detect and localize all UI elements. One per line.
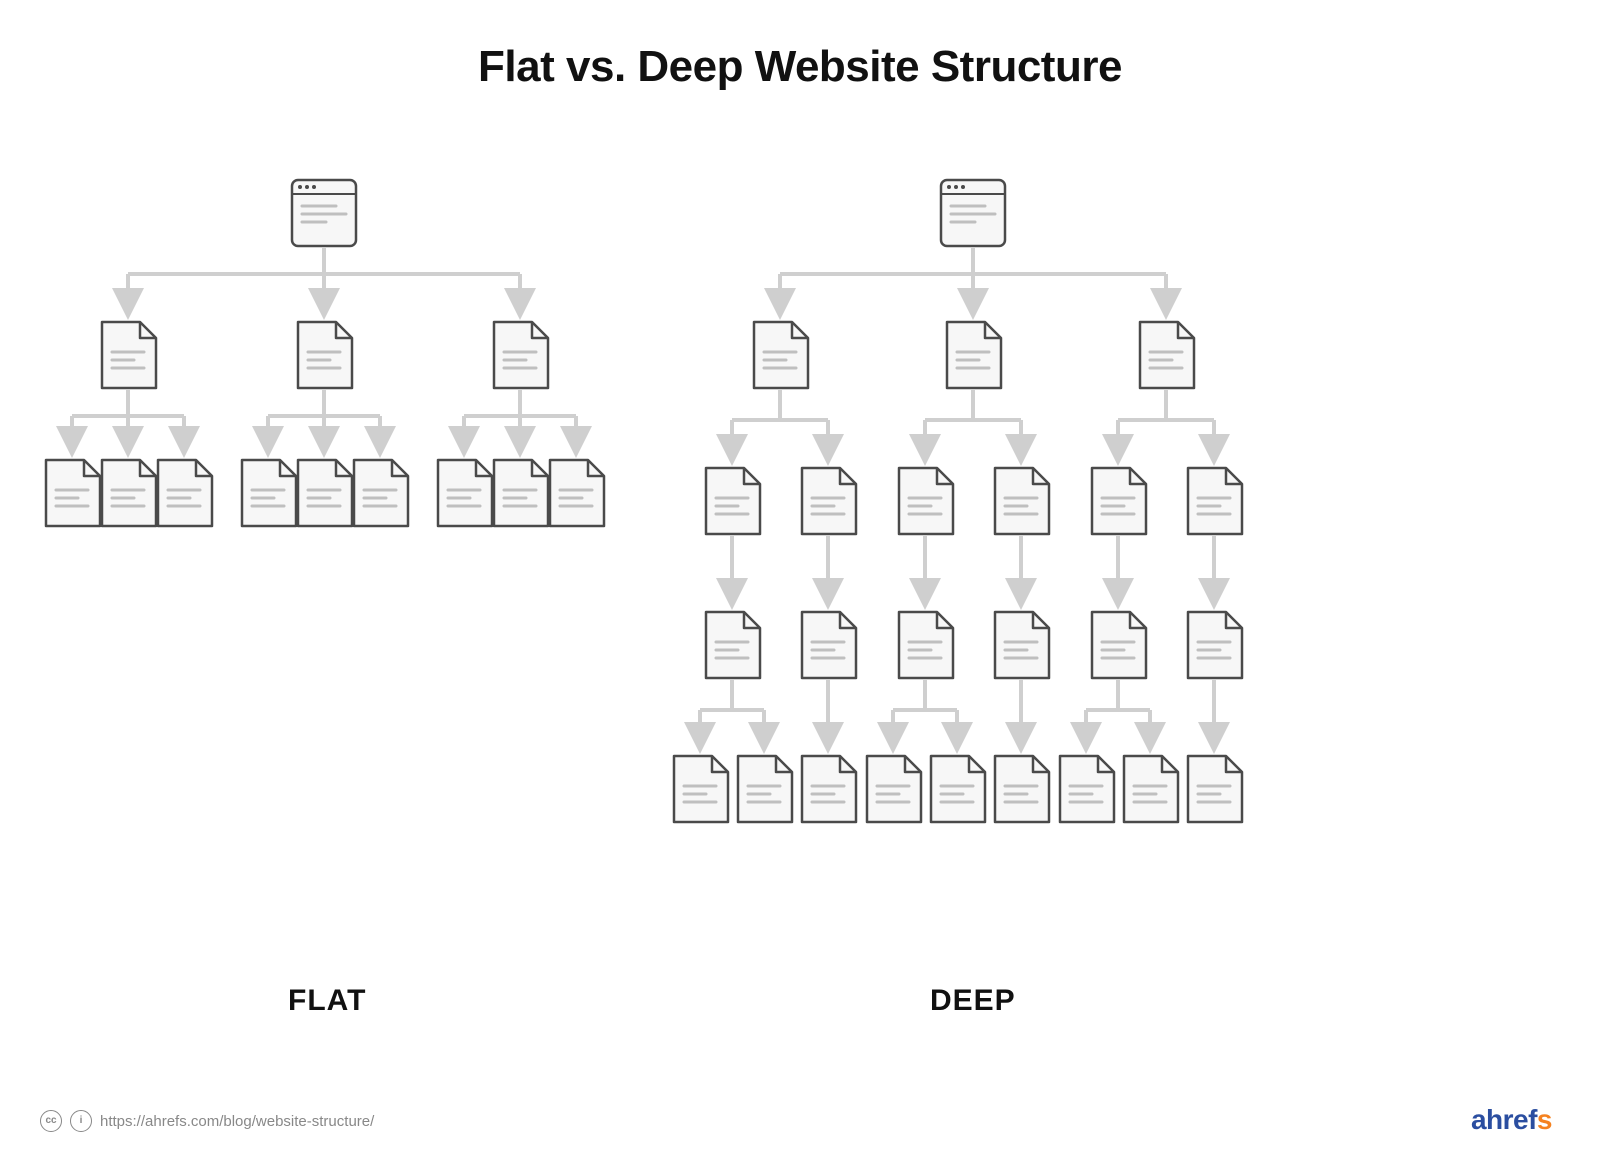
brand-logo: ahrefs <box>1471 1104 1552 1136</box>
document-page-icon <box>899 468 953 534</box>
document-page-icon <box>947 322 1001 388</box>
document-page-icon <box>1060 756 1114 822</box>
source-url: https://ahrefs.com/blog/website-structur… <box>100 1113 374 1130</box>
document-page-icon <box>298 460 352 526</box>
document-page-icon <box>550 460 604 526</box>
cc-icon: cc <box>40 1110 62 1132</box>
document-page-icon <box>438 460 492 526</box>
attribution-footer: cc i https://ahrefs.com/blog/website-str… <box>40 1110 374 1132</box>
brand-part2: s <box>1537 1104 1552 1135</box>
document-page-icon <box>706 612 760 678</box>
deep-label: DEEP <box>930 984 1016 1018</box>
document-page-icon <box>867 756 921 822</box>
document-page-icon <box>1188 612 1242 678</box>
document-page-icon <box>1188 756 1242 822</box>
document-page-icon <box>995 612 1049 678</box>
document-page-icon <box>298 322 352 388</box>
document-page-icon <box>494 460 548 526</box>
document-page-icon <box>802 612 856 678</box>
document-page-icon <box>995 468 1049 534</box>
document-page-icon <box>1140 322 1194 388</box>
document-page-icon <box>1092 612 1146 678</box>
document-page-icon <box>706 468 760 534</box>
brand-part1: ahref <box>1471 1104 1537 1135</box>
browser-window-icon <box>292 180 356 246</box>
document-page-icon <box>1124 756 1178 822</box>
deep-tree <box>674 180 1242 822</box>
document-page-icon <box>802 756 856 822</box>
document-page-icon <box>1092 468 1146 534</box>
document-page-icon <box>158 460 212 526</box>
document-page-icon <box>354 460 408 526</box>
document-page-icon <box>899 612 953 678</box>
document-page-icon <box>46 460 100 526</box>
document-page-icon <box>802 468 856 534</box>
document-page-icon <box>738 756 792 822</box>
document-page-icon <box>1188 468 1242 534</box>
diagram-canvas <box>0 42 1600 1156</box>
document-page-icon <box>494 322 548 388</box>
document-page-icon <box>995 756 1049 822</box>
document-page-icon <box>102 460 156 526</box>
document-page-icon <box>242 460 296 526</box>
flat-tree <box>46 180 604 526</box>
document-page-icon <box>754 322 808 388</box>
document-page-icon <box>931 756 985 822</box>
document-page-icon <box>102 322 156 388</box>
document-page-icon <box>674 756 728 822</box>
browser-window-icon <box>941 180 1005 246</box>
by-icon: i <box>70 1110 92 1132</box>
flat-label: FLAT <box>288 984 366 1018</box>
